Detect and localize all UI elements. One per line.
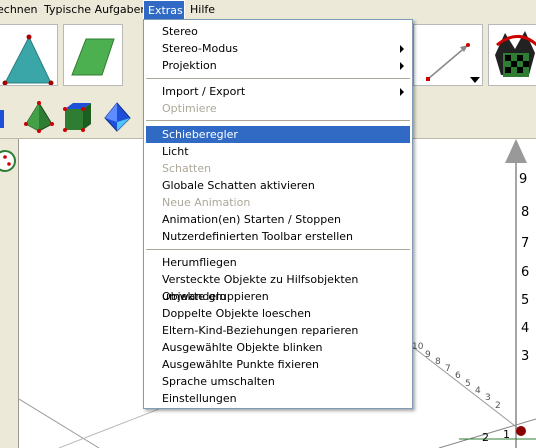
diag-tick-label: 2 xyxy=(495,401,501,411)
menu-item-einstellungen[interactable]: Einstellungen xyxy=(146,390,410,407)
menu-item-versteckte-objekte[interactable]: Versteckte Objekte zu Hilfsobjekten umwa… xyxy=(146,271,410,303)
menu-item-eltern-kind[interactable]: Eltern-Kind-Beziehungen reparieren xyxy=(146,322,410,339)
menu-item-schatten: Schatten xyxy=(162,162,212,175)
menu-item-import-export[interactable]: Import / Export xyxy=(146,83,410,100)
menu-item-punkte-fixieren[interactable]: Ausgewählte Punkte fixieren xyxy=(146,356,410,373)
menu-separator xyxy=(146,249,410,250)
menu-item-optimiere: Optimiere xyxy=(162,102,217,115)
tool-parallelogram-button[interactable] xyxy=(63,24,123,86)
menu-separator xyxy=(146,120,410,121)
menu-item-sprache-umschalten[interactable]: Sprache umschalten xyxy=(146,373,410,390)
cube-icon xyxy=(63,103,91,132)
tool-octahedron-button[interactable] xyxy=(102,100,136,134)
tool-cut-off-button[interactable] xyxy=(0,100,6,134)
menu-item-schieberegler[interactable]: Schieberegler xyxy=(146,126,410,143)
bottom-tick-label: 2 xyxy=(482,431,489,444)
point-tool-icon[interactable] xyxy=(0,147,18,177)
bottom-tick-label: 1 xyxy=(503,428,510,441)
octahedron-icon xyxy=(104,102,131,132)
axis-tick-label: 5 xyxy=(521,293,530,308)
tool-cube-button[interactable] xyxy=(60,100,94,134)
left-side-panel xyxy=(0,139,19,448)
menu-item-globale-schatten[interactable]: Globale Schatten aktivieren xyxy=(146,177,410,194)
menu-hilfe[interactable]: Hilfe xyxy=(186,0,219,19)
axis-tick-label: 6 xyxy=(521,265,530,280)
tool-3d-object-button[interactable] xyxy=(488,24,536,86)
menubar: echnen Typische Aufgaben Extras Hilfe xyxy=(0,0,536,19)
menu-item-objekte-gruppieren[interactable]: Objekte gruppieren xyxy=(146,288,410,305)
axis-tick-label: 8 xyxy=(521,205,530,220)
menu-extras[interactable]: Extras xyxy=(143,0,185,19)
pyramid-icon xyxy=(24,101,54,133)
diag-tick-label: 4 xyxy=(475,386,481,396)
tool-vector-button[interactable] xyxy=(413,24,483,86)
extras-menu: Stereo Stereo-Modus Projektion Import / … xyxy=(143,19,413,409)
axis-tick-label: 4 xyxy=(521,321,530,336)
tool-triangle-button[interactable] xyxy=(0,24,58,86)
menu-typische-aufgaben[interactable]: Typische Aufgaben xyxy=(40,0,151,19)
menu-item-projektion[interactable]: Projektion xyxy=(146,57,410,74)
3d-object-icon xyxy=(495,31,536,77)
diag-tick-label: 8 xyxy=(435,357,441,367)
axis-tick-label: 7 xyxy=(521,236,530,251)
menu-item-stereo[interactable]: Stereo xyxy=(146,23,410,40)
diag-tick-label: 5 xyxy=(465,379,471,389)
diag-tick-label: 10 xyxy=(412,342,424,352)
origin-point[interactable] xyxy=(516,426,526,436)
menu-berechnen[interactable]: echnen xyxy=(0,0,42,19)
menu-item-doppelte-objekte[interactable]: Doppelte Objekte loeschen xyxy=(146,305,410,322)
submenu-arrow-icon xyxy=(400,88,404,96)
tool-pyramid-button[interactable] xyxy=(22,100,56,134)
menu-item-label: Stereo-Modus xyxy=(162,42,238,55)
triangle-icon xyxy=(2,34,54,86)
menu-item-stereo-modus[interactable]: Stereo-Modus xyxy=(146,40,410,57)
diag-tick-label: 3 xyxy=(485,393,491,403)
menu-item-licht[interactable]: Licht xyxy=(146,143,410,160)
axis-tick-label: 3 xyxy=(521,349,530,364)
diag-tick-label: 6 xyxy=(455,371,461,381)
vector-icon xyxy=(426,43,480,83)
axis-tick-label: 9 xyxy=(519,172,528,187)
submenu-arrow-icon xyxy=(400,62,404,70)
menu-item-nutzer-toolbar[interactable]: Nutzerdefinierten Toolbar erstellen xyxy=(146,228,410,245)
diag-tick-label: 7 xyxy=(445,364,451,374)
menu-separator xyxy=(146,78,410,79)
menu-item-label: Import / Export xyxy=(162,85,246,98)
menu-item-label: Projektion xyxy=(162,59,217,72)
menu-item-neue-animation: Neue Animation xyxy=(162,196,251,209)
diag-tick-label: 9 xyxy=(425,350,431,360)
blue-shape-icon xyxy=(0,110,4,128)
submenu-arrow-icon xyxy=(400,45,404,53)
menu-item-herumfliegen[interactable]: Herumfliegen xyxy=(146,254,410,271)
menu-item-animation-start-stop[interactable]: Animation(en) Starten / Stoppen xyxy=(146,211,410,228)
menu-item-objekte-blinken[interactable]: Ausgewählte Objekte blinken xyxy=(146,339,410,356)
axis-arrow-icon xyxy=(505,139,527,163)
parallelogram-icon xyxy=(71,38,115,76)
